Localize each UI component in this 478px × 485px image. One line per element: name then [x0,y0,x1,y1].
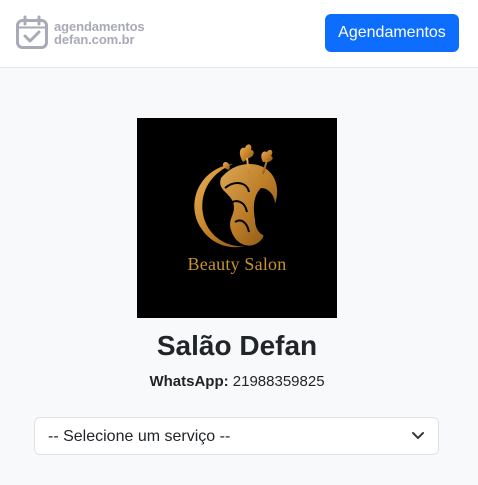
whatsapp-label: WhatsApp: [149,373,229,390]
calendar-check-icon [16,15,48,49]
woman-silhouette-logo-icon [194,144,279,248]
brand-line-2: defan.com.br [54,31,135,47]
whatsapp-info: WhatsApp: 21988359825 [0,372,474,392]
chevron-down-icon [412,432,424,439]
whatsapp-number: 21988359825 [232,373,325,390]
logo-caption: Beauty Salon [187,254,287,274]
top-navbar: agendamentos defan.com.br Agendamentos [0,0,478,68]
brand-logo-link[interactable]: agendamentos defan.com.br [15,15,145,50]
agendamentos-button[interactable]: Agendamentos [325,14,459,52]
salon-name: Salão Defan [156,330,318,361]
brand-text: agendamentos defan.com.br [54,20,145,46]
brand-line-1: agendamentos [54,18,145,34]
service-select[interactable]: -- Selecione um serviço -- [34,417,439,455]
salon-logo-image: Beauty Salon [137,118,337,318]
service-select-value: -- Selecione um serviço -- [48,428,231,445]
